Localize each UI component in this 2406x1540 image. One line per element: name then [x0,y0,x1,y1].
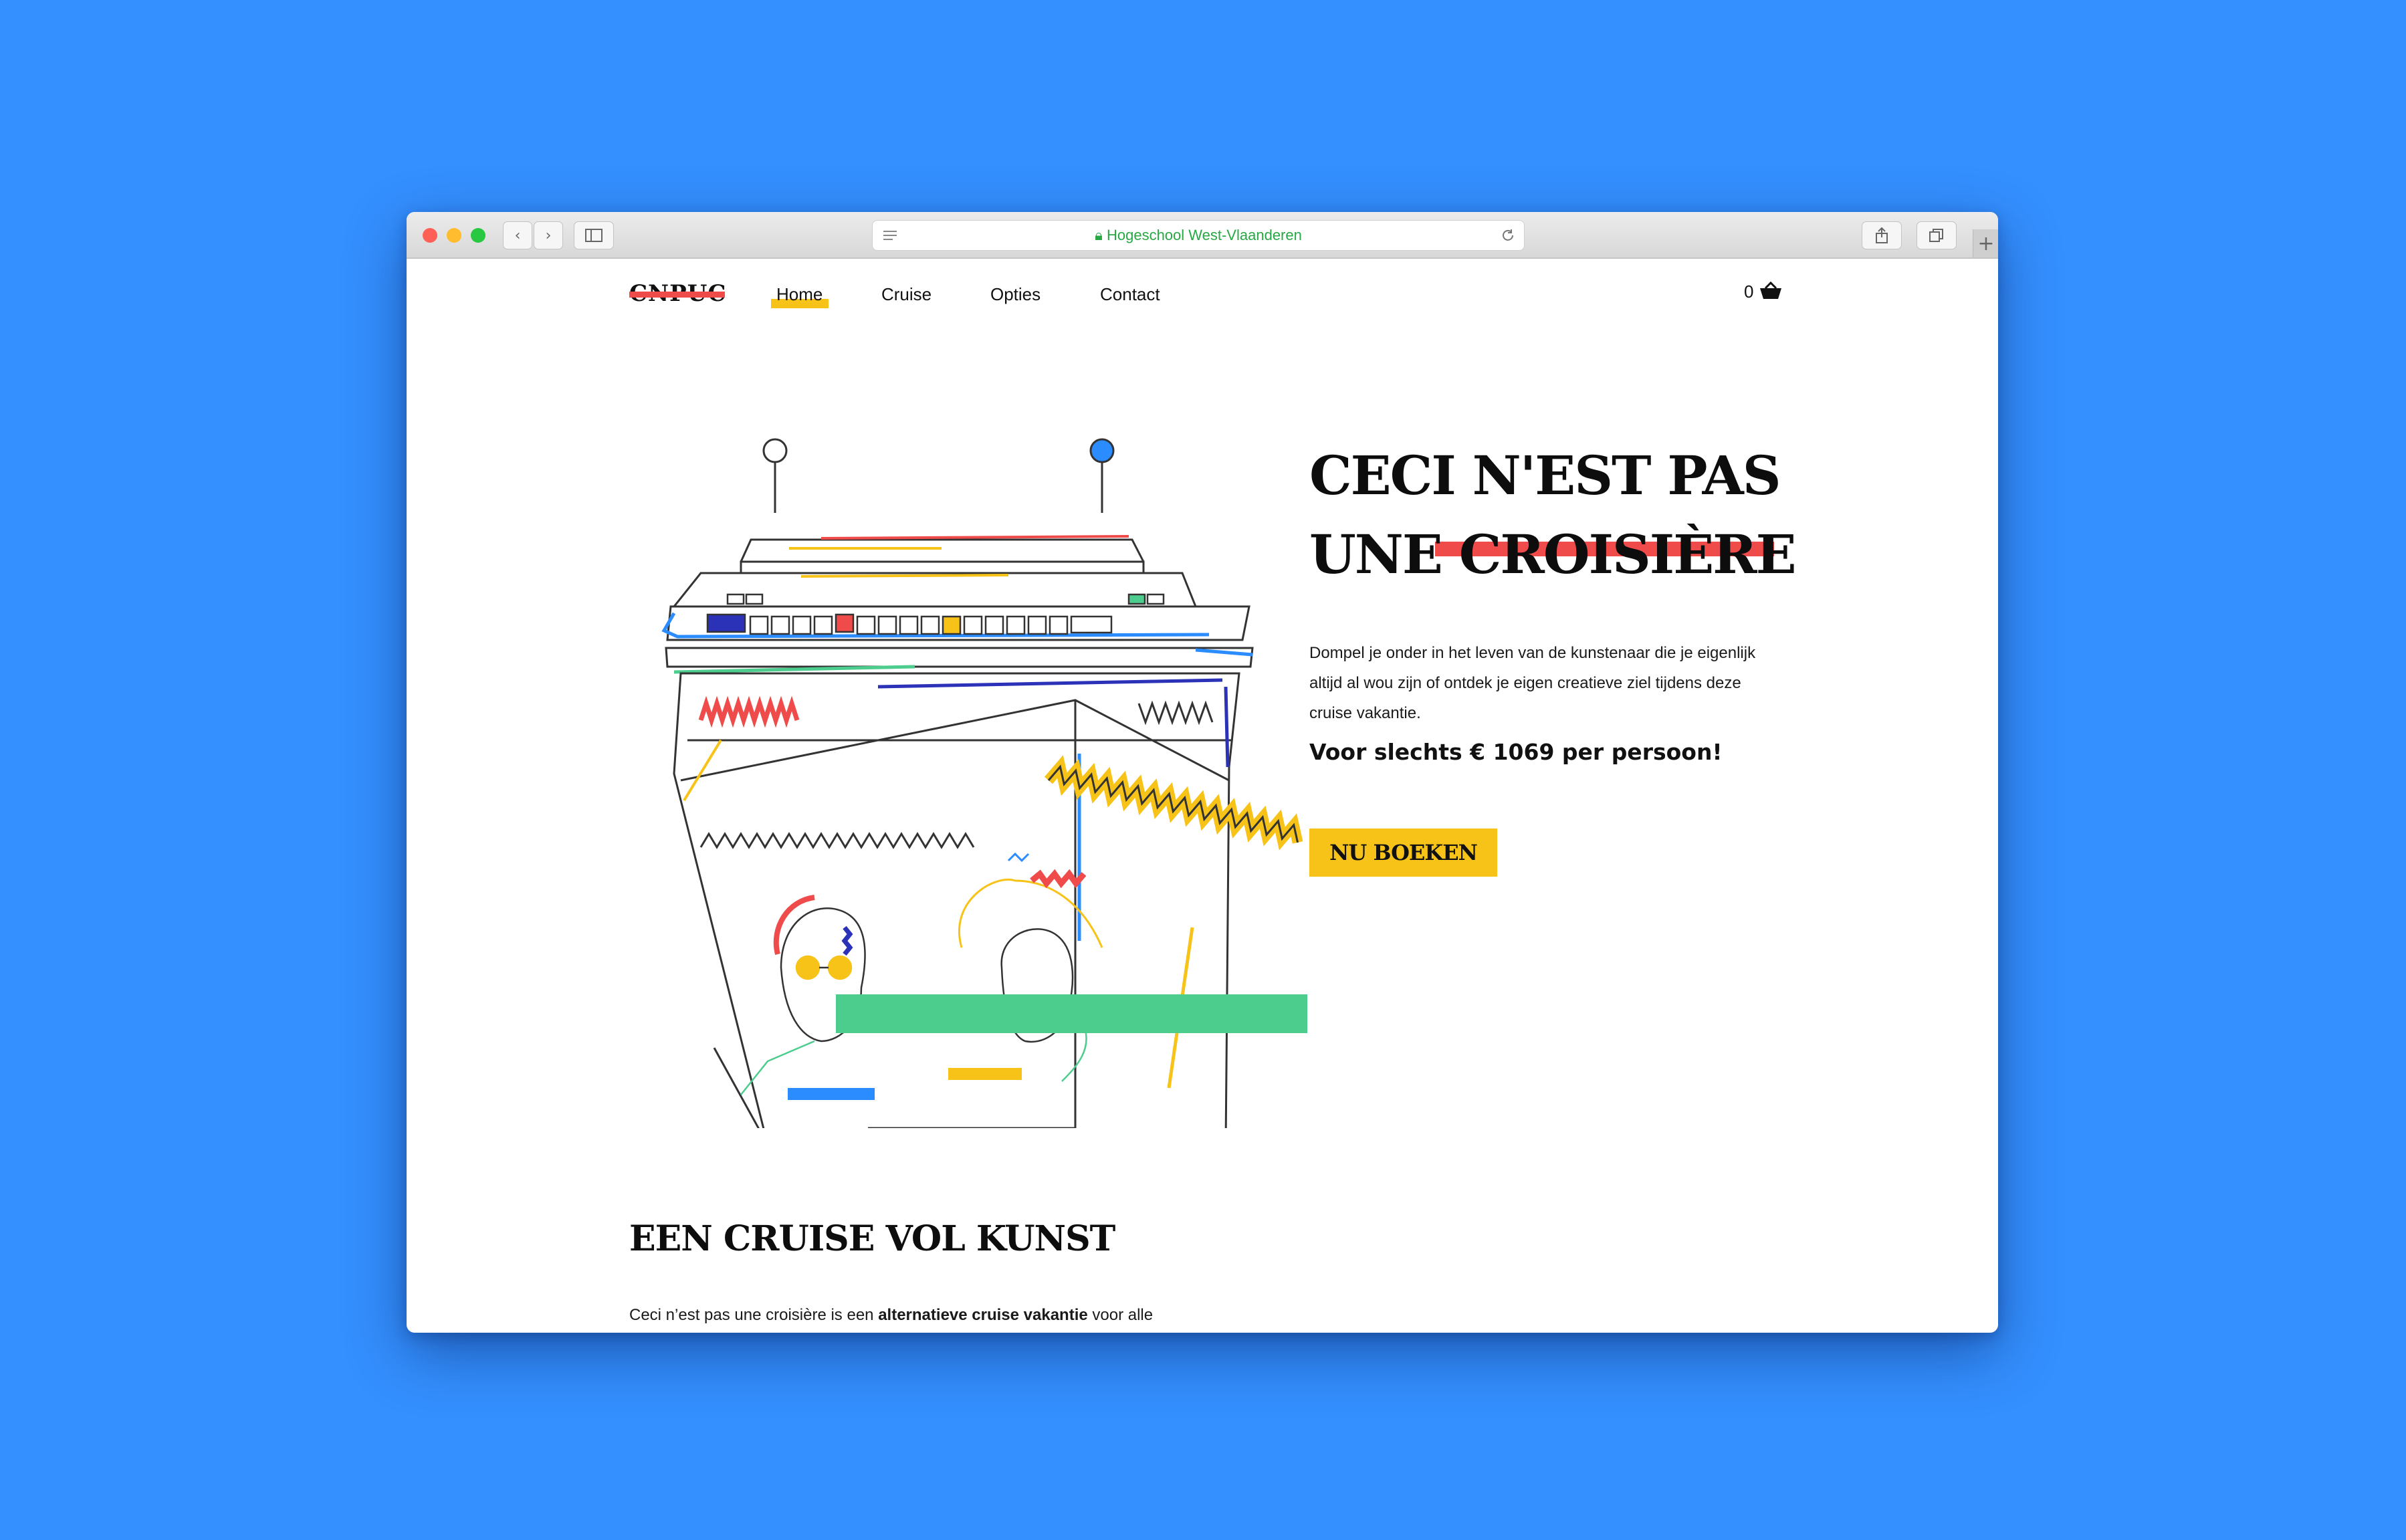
hero-title-line-1: CECI N'EST PAS [1309,444,1781,507]
reload-icon[interactable] [1500,227,1516,243]
web-page: CNPUC Home Cruise Opties Contact 0 [407,259,1998,1333]
lock-icon: 🔒︎ [1095,227,1103,243]
browser-titlebar: ‹ › 🔒︎ Hogeschool West-Vlaanderen + [407,212,1998,259]
maximize-window-button[interactable] [471,228,485,243]
ship-masts [762,438,1115,513]
blue-accent-bar [788,1088,875,1100]
book-now-button[interactable]: NU BOEKEN [1309,829,1497,877]
hero-description: Dompel je onder in het leven van de kuns… [1309,644,1756,722]
section-title: EEN CRUISE VOL KUNST [629,1218,1115,1259]
chevron-left-icon: ‹ [514,227,521,244]
yellow-accent-bar [948,1068,1022,1080]
section-intro-prefix: Ceci n’est pas une croisière is een [629,1306,874,1324]
new-tab-button[interactable]: + [1973,229,1998,257]
minimize-window-button[interactable] [447,228,461,243]
tabs-overview-button[interactable] [1917,221,1957,249]
back-button[interactable]: ‹ [503,221,532,249]
section-intro-bold: alternatieve cruise vakantie [878,1306,1088,1324]
cruise-ship-illustration [661,438,1307,1128]
hero-price: Voor slechts € 1069 per persoon! [1309,739,1723,765]
tabs-icon [1929,229,1943,242]
section-intro: Ceci n’est pas une croisière is een alte… [629,1300,1204,1333]
close-window-button[interactable] [423,228,437,243]
sidebar-toggle-button[interactable] [574,221,614,249]
ship-hull [673,672,1240,1128]
cart-button[interactable]: 0 [1744,281,1783,302]
plus-icon: + [1977,231,1995,255]
chevron-right-icon: › [545,227,552,244]
green-accent-bar [836,994,1307,1033]
sidebar-icon [585,229,603,242]
hero-title-line-2: UNE CROISIÈRE [1309,528,1797,581]
ship-windows [706,593,1165,635]
url-label: 🔒︎ Hogeschool West-Vlaanderen [1095,227,1302,243]
share-button[interactable] [1862,221,1902,249]
hero-title-struck: CROISIÈRE [1458,523,1797,586]
browser-window: ‹ › 🔒︎ Hogeschool West-Vlaanderen + Home… [407,212,1998,1333]
forward-button[interactable]: › [534,221,563,249]
cart-count: 0 [1744,282,1754,302]
hero-title-prefix: UNE [1309,523,1443,586]
share-icon [1876,227,1888,243]
basket-icon [1759,281,1781,299]
address-bar[interactable]: 🔒︎ Hogeschool West-Vlaanderen [872,220,1525,251]
